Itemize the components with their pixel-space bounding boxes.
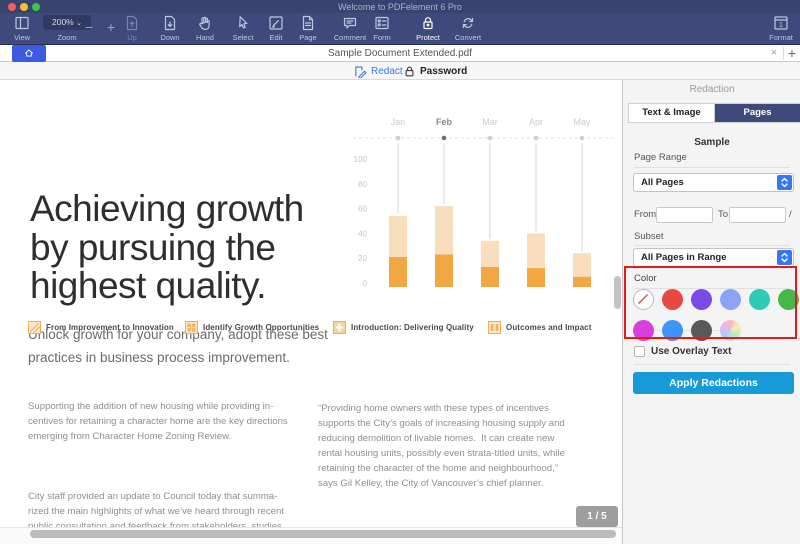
text-column-left: Supporting the addition of new housing w… bbox=[28, 369, 288, 544]
feature-item: From Improvement to Innovation bbox=[28, 321, 174, 334]
svg-text:Feb: Feb bbox=[436, 117, 453, 127]
window-title: Welcome to PDFelement 6 Pro bbox=[0, 2, 800, 12]
text-column-right: “Providing home owners with these types … bbox=[318, 371, 565, 544]
red-highlight-annotation bbox=[624, 266, 797, 339]
feature-item: Identify Growth Opportunities bbox=[185, 321, 319, 334]
svg-text:Apr: Apr bbox=[529, 117, 543, 127]
document-icon bbox=[299, 14, 317, 32]
redact-label: Redact bbox=[371, 66, 403, 77]
overlay-text-label: Use Overlay Text bbox=[651, 346, 731, 357]
document-page[interactable]: Achieving growth by pursuing the highest… bbox=[0, 80, 622, 544]
svg-text:40: 40 bbox=[358, 229, 367, 238]
document-tab[interactable]: Sample Document Extended.pdf bbox=[100, 45, 700, 62]
hand-icon bbox=[196, 14, 214, 32]
svg-text:20: 20 bbox=[358, 254, 367, 263]
plus-square-icon bbox=[333, 321, 346, 334]
overlay-text-checkbox[interactable] bbox=[634, 346, 645, 357]
redact-icon bbox=[354, 65, 367, 78]
toolbar-item-label: Format bbox=[753, 33, 800, 42]
use-overlay-text-row[interactable]: Use Overlay Text bbox=[634, 346, 731, 357]
grid-square-icon bbox=[185, 321, 198, 334]
feature-label: Identify Growth Opportunities bbox=[203, 323, 319, 332]
home-icon bbox=[23, 47, 35, 59]
divider bbox=[634, 364, 790, 365]
home-button[interactable] bbox=[12, 45, 46, 62]
svg-text:May: May bbox=[573, 117, 591, 127]
svg-text:0: 0 bbox=[363, 279, 368, 288]
title-bar: Welcome to PDFelement 6 Pro bbox=[0, 0, 800, 13]
zoom-out-button[interactable]: − bbox=[79, 19, 99, 35]
new-tab-button[interactable]: + bbox=[784, 45, 800, 62]
page-up-icon bbox=[123, 14, 141, 32]
zoom-value: 200% bbox=[52, 17, 74, 27]
redact-button[interactable]: Redact bbox=[354, 62, 403, 80]
feature-label: Outcomes and Impact bbox=[506, 323, 591, 332]
lock-icon bbox=[419, 14, 437, 32]
vertical-scrollbar-thumb[interactable] bbox=[614, 276, 621, 309]
main-toolbar: View200% ⌄Zoom−+UpDownHandSelectEditPage… bbox=[0, 13, 800, 45]
paragraph: “Providing home owners with these types … bbox=[318, 401, 565, 491]
app-window: Welcome to PDFelement 6 Pro View200% ⌄Zo… bbox=[0, 0, 800, 544]
feature-label: Introduction: Delivering Quality bbox=[351, 323, 474, 332]
paragraph: Supporting the addition of new housing w… bbox=[28, 399, 288, 444]
horizontal-scrollbar-thumb[interactable] bbox=[30, 530, 616, 538]
svg-text:100: 100 bbox=[354, 155, 368, 164]
diagonal-square-icon bbox=[28, 321, 41, 334]
format-button[interactable]: 1 Format bbox=[753, 13, 800, 45]
split-view-icon bbox=[13, 14, 31, 32]
bars-square-icon bbox=[488, 321, 501, 334]
feature-item: Outcomes and Impact bbox=[488, 321, 591, 334]
form-fields-icon bbox=[373, 14, 391, 32]
password-lock-icon bbox=[403, 65, 416, 78]
svg-text:60: 60 bbox=[358, 205, 367, 214]
password-label: Password bbox=[420, 66, 467, 77]
convert-button[interactable]: Convert bbox=[440, 13, 496, 45]
tab-close-icon[interactable]: × bbox=[766, 45, 782, 62]
page-indicator-badge: 1 / 5 bbox=[576, 506, 618, 527]
svg-text:1: 1 bbox=[779, 22, 783, 29]
format-panel-icon: 1 bbox=[772, 14, 790, 32]
horizontal-scrollbar-track[interactable] bbox=[0, 527, 622, 544]
svg-text:Mar: Mar bbox=[482, 117, 498, 127]
tab-bar: Sample Document Extended.pdf × + bbox=[0, 45, 800, 62]
toolbar-item-label: Convert bbox=[440, 33, 496, 42]
feature-list: From Improvement to Innovation Identify G… bbox=[0, 321, 622, 337]
convert-arrows-icon bbox=[459, 14, 477, 32]
apply-redactions-button[interactable]: Apply Redactions bbox=[633, 372, 794, 394]
svg-text:Jan: Jan bbox=[391, 117, 406, 127]
svg-text:80: 80 bbox=[358, 180, 367, 189]
document-heading: Achieving growth by pursuing the highest… bbox=[30, 190, 304, 306]
password-button[interactable]: Password bbox=[403, 62, 467, 80]
feature-label: From Improvement to Innovation bbox=[46, 323, 174, 332]
protect-sub-toolbar: Redact Password bbox=[0, 62, 800, 80]
color-swatches bbox=[623, 80, 800, 390]
bar-chart: Jan Feb Mar Apr May 0 20 40 60 80 100 bbox=[345, 100, 620, 330]
feature-item: Introduction: Delivering Quality bbox=[333, 321, 474, 334]
